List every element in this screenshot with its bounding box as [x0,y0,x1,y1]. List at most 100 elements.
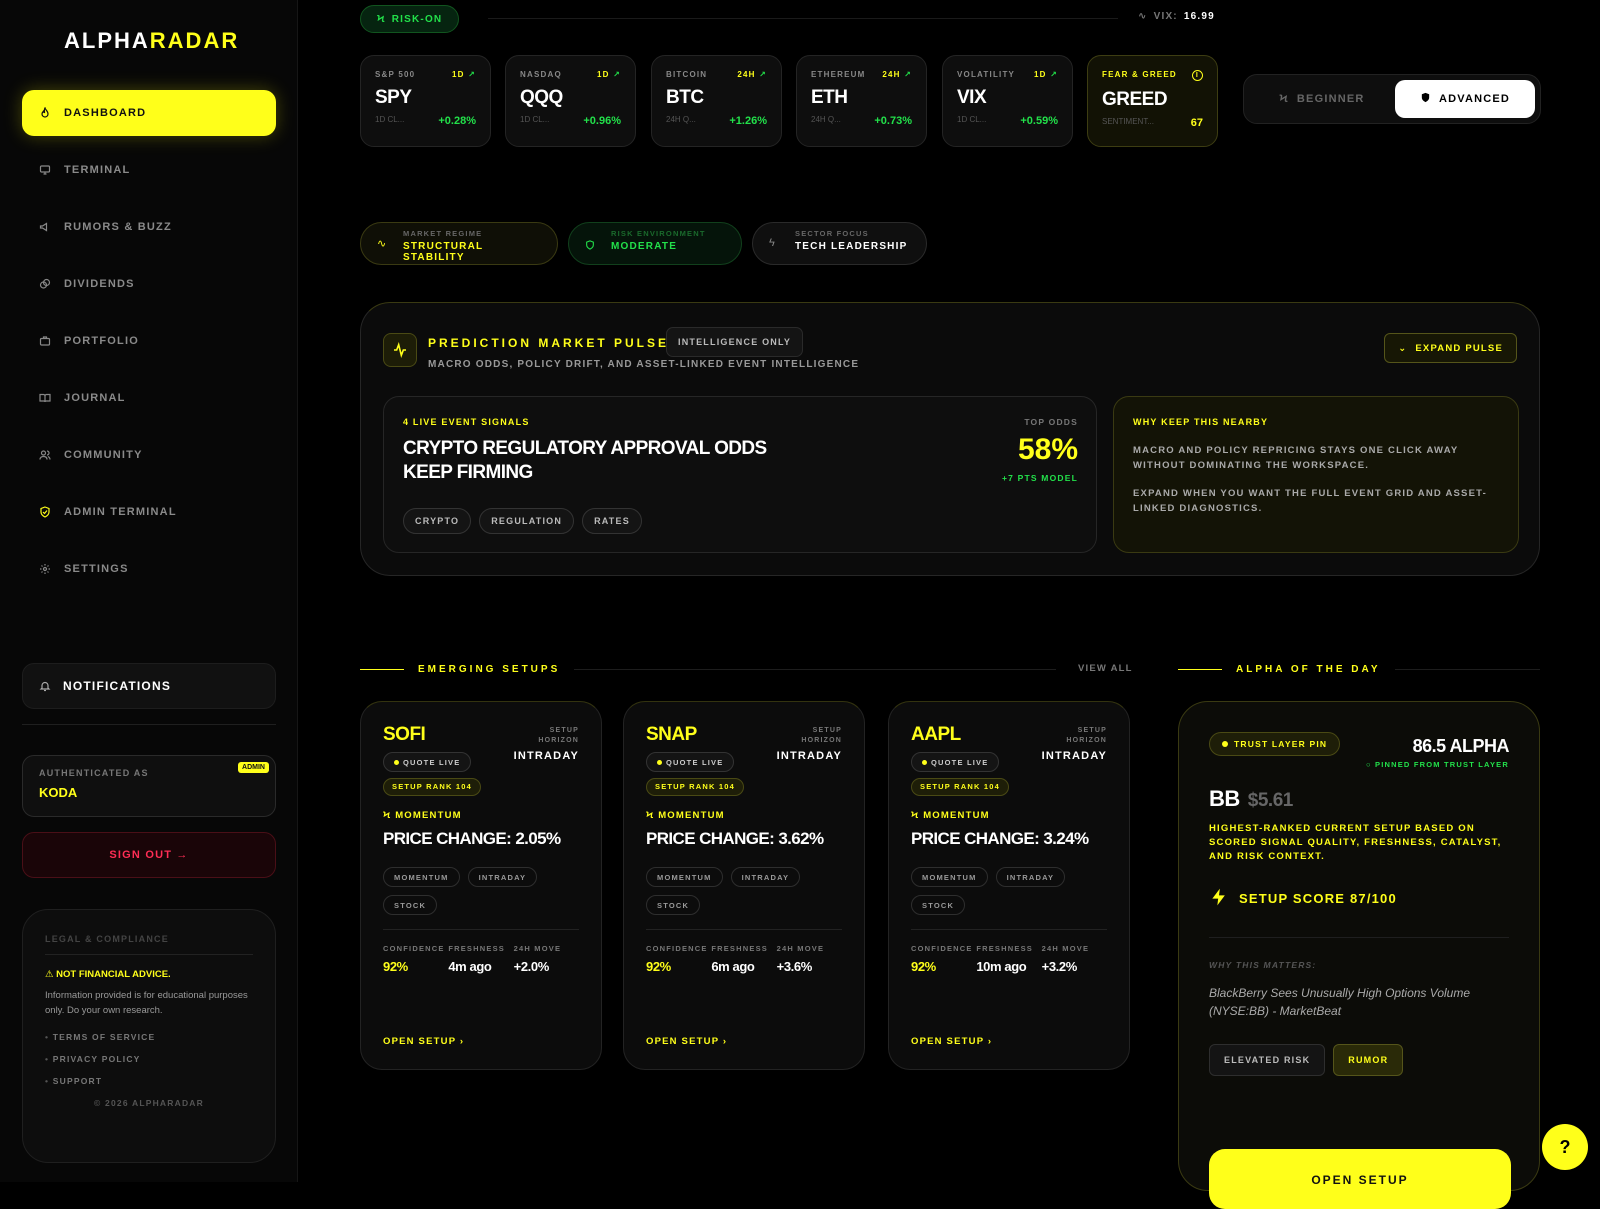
ticker-card-spy[interactable]: S&P 500 1D ↗ SPY 1D CL... +0.28% [360,55,491,147]
sidebar-item-settings[interactable]: Settings [22,546,276,592]
copyright: © 2026 AlphaRadar [94,1098,204,1108]
megaphone-icon [38,220,52,234]
open-setup-link[interactable]: OPEN SETUP › [383,1036,464,1047]
alpha-score: 86.5 ALPHA [1412,736,1510,756]
ticker-symbol: VIX [957,87,987,108]
rumor-tag: RUMOR [1333,1044,1404,1076]
market-regime-chip[interactable]: ∿ Market Regime Structural Stability [360,222,558,265]
auth-username: KODA [39,785,78,800]
briefcase-icon [38,334,52,348]
ticker-card-fear-greed[interactable]: FEAR & GREED i GREED SENTIMENT... 67 [1087,55,1218,147]
quote-live-badge: QUOTE LIVE [646,752,735,772]
elevated-risk-tag: ELEVATED RISK [1209,1044,1326,1076]
beginner-mode-button[interactable]: ϟ Beginner [1252,80,1392,118]
event-signal-card[interactable]: 4 LIVE EVENT SIGNALS CRYPTO REGULATORY A… [383,396,1097,553]
expand-pulse-button[interactable]: ⌄ EXPAND PULSE [1384,333,1517,363]
ticker-sub: 24H Q... [666,115,696,124]
ticker-card-qqq[interactable]: NASDAQ 1D ↗ QQQ 1D CL... +0.96% [505,55,636,147]
pulse-activity-icon [383,333,417,367]
ticker-symbol: QQQ [520,87,563,108]
emerging-setups-header: EMERGING SETUPS [360,662,1056,676]
activity-icon: ∿ [377,238,387,250]
info-icon[interactable]: i [1192,70,1203,81]
alpha-price: $5.61 [1247,790,1294,811]
alpha-symbol: BB [1209,786,1240,811]
quote-live-badge: QUOTE LIVE [383,752,472,772]
horizon-value: INTRADAY [513,750,579,762]
pulse-subtitle: MACRO ODDS, POLICY DRIFT, AND ASSET-LINK… [428,359,860,370]
signal-tag[interactable]: REGULATION [479,508,575,534]
why-kicker: WHY KEEP THIS NEARBY [1133,417,1269,427]
top-odds-label: TOP ODDS [1024,417,1078,427]
legal-links: Terms of Service Privacy Policy Support [45,1032,253,1086]
privacy-link[interactable]: Privacy Policy [45,1054,253,1064]
horizon-label: SETUP HORIZON [538,727,579,744]
open-setup-link[interactable]: OPEN SETUP › [646,1036,727,1047]
admin-badge: ADMIN [238,762,269,773]
ticker-change: +1.26% [729,115,767,127]
risk-status-badge: ϟ RISK-ON [360,5,460,33]
ticker-symbol: SPY [375,87,412,108]
beginner-label: Beginner [1296,93,1365,105]
bell-icon [39,680,51,692]
risk-environment-chip[interactable]: Risk Environment Moderate [568,222,742,265]
help-button[interactable]: ? [1542,1124,1588,1170]
book-icon [38,391,52,405]
alpha-divider [1209,937,1509,938]
ticker-symbol: GREED [1102,89,1168,110]
setup-card-aapl[interactable]: AAPL SETUP HORIZON INTRADAY QUOTE LIVE S… [888,701,1130,1070]
signal-tag[interactable]: RATES [582,508,642,534]
sidebar-item-community[interactable]: Community [22,432,276,478]
setup-stats: CONFIDENCE 92% FRESHNESS 10m ago 24H MOVE +… [911,944,1107,974]
setup-tag: MOMENTUM [646,867,723,887]
setup-rank-badge: SETUP RANK 104 [646,778,745,796]
header-accent-line [360,668,404,670]
header-rule [574,668,1056,670]
brand-logo[interactable]: ALPHARADAR [64,28,239,54]
card-divider [911,929,1107,930]
sidebar-item-label: Settings [64,563,129,575]
sidebar-item-rumors[interactable]: Rumors & Buzz [22,204,276,250]
card-divider [646,929,842,930]
view-all-link[interactable]: VIEW ALL [1078,663,1133,674]
shield-icon [1420,92,1431,106]
ticker-sub: 1D CL... [375,115,405,124]
setup-tag: STOCK [646,895,701,915]
setup-card-sofi[interactable]: SOFI SETUP HORIZON INTRADAY QUOTE LIVE S… [360,701,602,1070]
pinned-note: ○ PINNED FROM TRUST LAYER [1365,760,1509,769]
ticker-card-eth[interactable]: ETHEREUM 24H ↗ ETH 24H Q... +0.73% [796,55,927,147]
setup-stats: CONFIDENCE 92% FRESHNESS 6m ago 24H MOVE +3… [646,944,842,974]
setup-rank-badge: SETUP RANK 104 [383,778,482,796]
ticker-card-btc[interactable]: BITCOIN 24H ↗ BTC 24H Q... +1.26% [651,55,782,147]
signal-tags: CRYPTO REGULATION RATES [403,508,642,534]
ticker-timeframe: 1D ↗ [1034,70,1058,79]
sidebar-item-journal[interactable]: Journal [22,375,276,421]
support-link[interactable]: Support [45,1076,253,1086]
regime-value: Structural Stability [403,241,484,263]
signal-tag[interactable]: CRYPTO [403,508,472,534]
coins-icon [38,277,52,291]
advanced-mode-button[interactable]: Advanced [1395,80,1535,118]
sidebar-item-dashboard[interactable]: Dashboard [22,90,276,136]
legal-heading: Legal & Compliance [45,934,253,955]
bolt-icon: ϟ [377,13,386,25]
sidebar-item-dividends[interactable]: Dividends [22,261,276,307]
users-icon [38,448,52,462]
prediction-market-pulse-panel: PREDICTION MARKET PULSE INTELLIGENCE ONL… [360,302,1540,576]
setup-tag: INTRADAY [467,867,538,887]
alpha-symbol-row: BB $5.61 [1209,786,1509,812]
sidebar-item-admin-terminal[interactable]: Admin Terminal [22,489,276,535]
setup-card-snap[interactable]: SNAP SETUP HORIZON INTRADAY QUOTE LIVE S… [623,701,865,1070]
ticker-source: ETHEREUM [811,70,866,79]
terms-link[interactable]: Terms of Service [45,1032,253,1042]
sidebar-item-portfolio[interactable]: Portfolio [22,318,276,364]
sidebar-item-terminal[interactable]: Terminal [22,147,276,193]
open-alpha-setup-button[interactable]: OPEN SETUP [1209,1149,1511,1209]
ticker-change: +0.59% [1020,115,1058,127]
mode-toggle: ϟ Beginner Advanced [1243,74,1541,124]
sign-out-button[interactable]: Sign Out → [22,832,276,878]
sector-focus-chip[interactable]: ϟ Sector Focus Tech Leadership [752,222,927,265]
open-setup-link[interactable]: OPEN SETUP › [911,1036,992,1047]
notifications-button[interactable]: Notifications [22,663,276,709]
ticker-card-vix[interactable]: VOLATILITY 1D ↗ VIX 1D CL... +0.59% [942,55,1073,147]
